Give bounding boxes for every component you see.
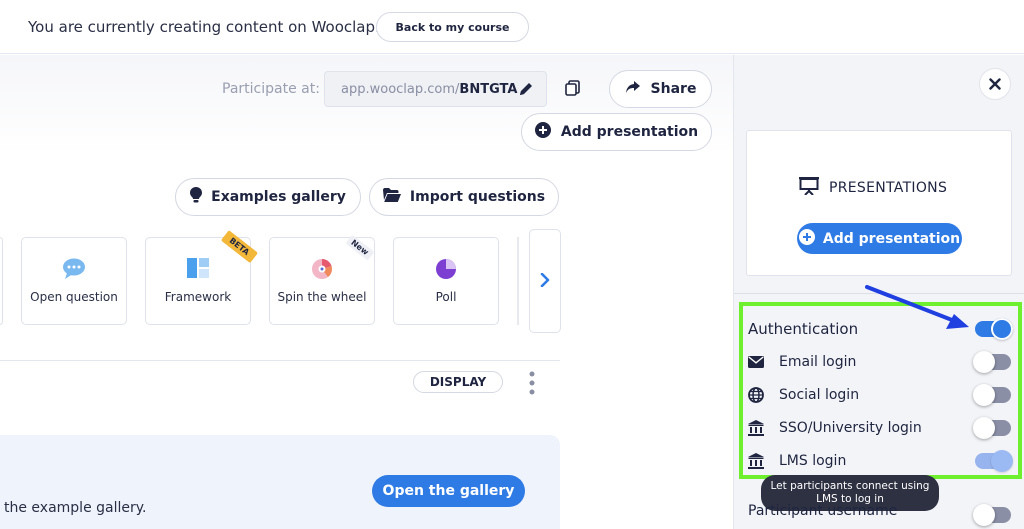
examples-gallery-button[interactable]: Examples gallery [175,178,361,216]
import-questions-label: Import questions [409,189,546,205]
social-login-label: Social login [779,387,860,403]
main-editor: Participate at: app.wooclap.com/ BNTGTA … [0,55,733,529]
question-type-poll[interactable]: Poll [393,237,499,325]
lms-login-toggle[interactable] [975,450,1013,472]
participate-label: Participate at: [222,81,320,97]
plus-circle-icon [534,122,551,142]
examples-gallery-label: Examples gallery [211,189,346,205]
question-type-spin-the-wheel[interactable]: Spin the wheel New [269,234,375,325]
open-gallery-button[interactable]: Open the gallery [372,475,525,507]
participant-username-toggle[interactable] [973,504,1011,526]
copy-icon[interactable] [564,79,582,101]
beta-badge: BETA [221,230,259,263]
presentations-card: PRESENTATIONS Add presentation [746,130,1012,276]
lms-login-row: LMS login [748,447,1010,475]
presentations-title: PRESENTATIONS [829,180,948,196]
lms-login-label: LMS login [779,453,847,469]
envelope-icon [748,356,764,368]
university-icon [748,453,764,469]
card-label: Poll [435,290,457,304]
speech-bubble-icon [62,258,86,284]
gallery-prompt-panel: the example gallery. Open the gallery [0,435,560,529]
authentication-label: Authentication [748,320,859,338]
email-login-label: Email login [779,354,857,370]
authentication-toggle[interactable] [975,318,1013,340]
participant-username-label: Participant username [748,503,898,519]
display-button[interactable]: DISPLAY [413,371,503,393]
pie-chart-icon [435,258,457,284]
share-label: Share [650,81,697,97]
sso-login-row: SSO/University login [748,414,1010,442]
folder-open-icon [382,188,401,206]
pencil-icon[interactable] [518,81,534,101]
divider [0,360,560,361]
email-login-toggle[interactable] [973,351,1011,373]
top-banner: You are currently creating content on Wo… [0,0,1024,54]
card-label: Open question [30,290,118,304]
social-login-toggle[interactable] [973,384,1011,406]
close-icon [989,75,1001,94]
social-login-row: Social login [748,381,1010,409]
next-question-types-button[interactable] [529,229,561,333]
add-presentation-label: Add presentation [560,124,699,140]
side-add-presentation-button[interactable]: Add presentation [797,223,962,254]
participation-url-field[interactable]: app.wooclap.com/ BNTGTA [324,71,547,107]
new-badge: New [346,234,375,261]
card-edge [517,237,519,325]
import-questions-button[interactable]: Import questions [369,178,559,216]
gallery-prompt-text: the example gallery. [4,500,147,516]
close-panel-button[interactable] [979,68,1011,100]
presentations-heading: PRESENTATIONS [799,177,947,199]
question-type-open-question[interactable]: Open question [21,237,127,325]
card-label: Spin the wheel [277,290,367,304]
kebab-menu-icon[interactable] [528,371,536,399]
globe-icon [748,387,764,403]
side-add-presentation-label: Add presentation [822,230,961,247]
event-code: BNTGTA [459,81,518,97]
back-to-course-button[interactable]: Back to my course [376,12,529,42]
card-label: Framework [164,290,232,304]
sso-login-label: SSO/University login [779,420,922,436]
share-button[interactable]: Share [609,70,712,108]
framework-icon [187,258,209,282]
banner-text: You are currently creating content on Wo… [28,18,380,36]
share-arrow-icon [625,80,641,98]
annotation-arrow-icon [864,284,974,338]
add-presentation-button[interactable]: Add presentation [521,113,712,151]
question-type-framework[interactable]: Framework BETA [145,230,259,325]
question-type-card-partial[interactable] [0,237,3,325]
lightbulb-icon [190,187,203,207]
plus-circle-icon [798,228,815,249]
projector-screen-icon [799,177,819,199]
wheel-icon [311,258,333,284]
university-icon [748,420,764,436]
email-login-row: Email login [748,348,1010,376]
url-prefix: app.wooclap.com/ [341,81,460,97]
chevron-right-icon [540,272,550,291]
sso-login-toggle[interactable] [973,417,1011,439]
